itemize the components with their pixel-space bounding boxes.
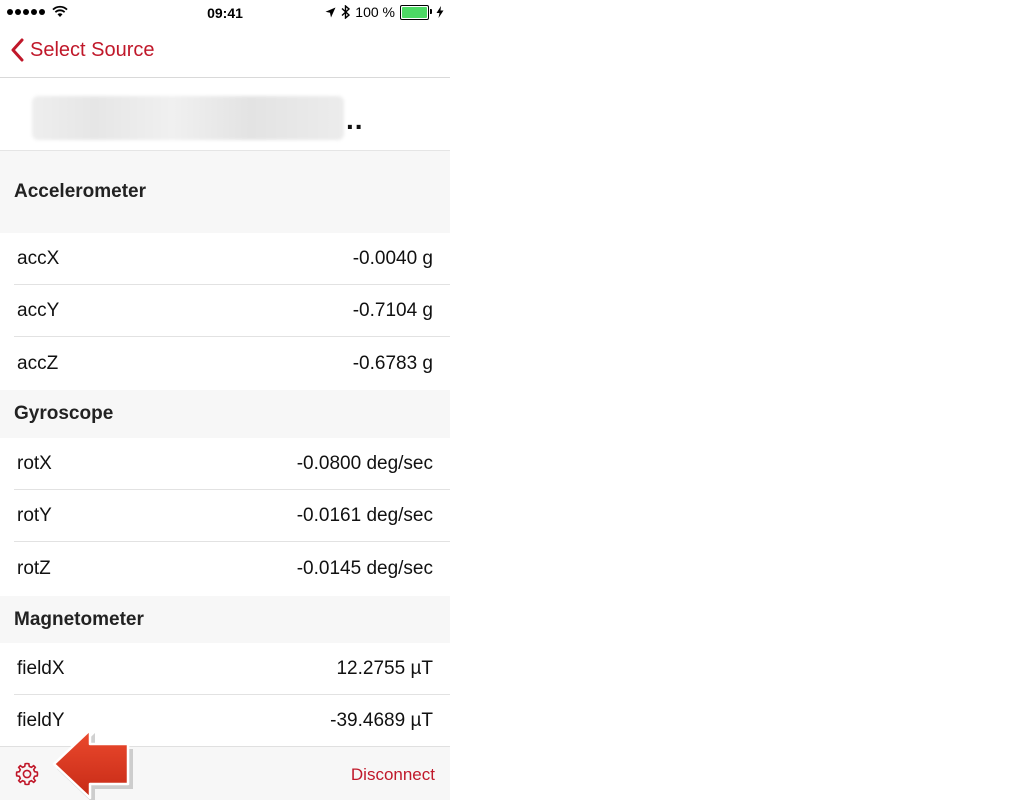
gear-icon[interactable] [14, 761, 40, 787]
navigation-bar: Select Source [0, 26, 450, 78]
back-button[interactable]: Select Source [10, 38, 155, 62]
section-header-gyroscope: Gyroscope [0, 390, 450, 438]
row-label: fieldX [17, 657, 65, 679]
row-value: -0.0161 deg/sec [296, 504, 433, 526]
section-header-accelerometer: Accelerometer [0, 151, 450, 233]
row-label: rotX [17, 452, 52, 474]
row-value: -39.4689 µT [330, 710, 433, 731]
bluetooth-icon [341, 5, 351, 19]
back-button-label: Select Source [30, 38, 155, 61]
row-value: 12.2755 µT [336, 657, 433, 679]
sensor-list[interactable]: Accelerometer accX -0.0040 g accY -0.710… [0, 151, 450, 747]
list-item: rotX -0.0800 deg/sec [14, 438, 450, 490]
row-label: rotZ [17, 558, 51, 579]
row-value: -0.6783 g [352, 352, 433, 374]
list-item: rotZ -0.0145 deg/sec [14, 542, 450, 596]
row-value: -0.0800 deg/sec [296, 452, 433, 474]
row-value: -0.0145 deg/sec [296, 558, 433, 579]
list-item: accX -0.0040 g [14, 233, 450, 285]
chevron-left-icon [11, 38, 24, 62]
phone-screen: 09:41 100 % Select Source .. Acceleromet… [0, 0, 450, 800]
battery-fill [402, 6, 427, 18]
section-header-magnetometer: Magnetometer [0, 596, 450, 643]
row-value: -0.0040 g [352, 247, 433, 269]
row-value: -0.7104 g [352, 299, 433, 321]
device-name-blurred [32, 96, 344, 140]
device-name-ellipsis: .. [346, 104, 364, 135]
list-item: fieldX 12.2755 µT [14, 643, 450, 695]
device-header [0, 78, 450, 151]
disconnect-button[interactable]: Disconnect [351, 765, 435, 785]
status-bar: 09:41 100 % [0, 0, 450, 26]
list-item: rotY -0.0161 deg/sec [14, 490, 450, 542]
location-arrow-icon [325, 7, 336, 17]
charging-bolt-icon [436, 6, 444, 18]
battery-icon [400, 4, 432, 20]
list-item: accY -0.7104 g [14, 285, 450, 337]
list-item: accZ -0.6783 g [14, 337, 450, 390]
battery-percent: 100 % [355, 4, 395, 20]
row-label: accZ [17, 352, 59, 374]
red-arrow-icon [52, 728, 133, 800]
row-label: accY [17, 299, 60, 321]
row-label: rotY [17, 504, 52, 526]
row-label: accX [17, 247, 60, 269]
